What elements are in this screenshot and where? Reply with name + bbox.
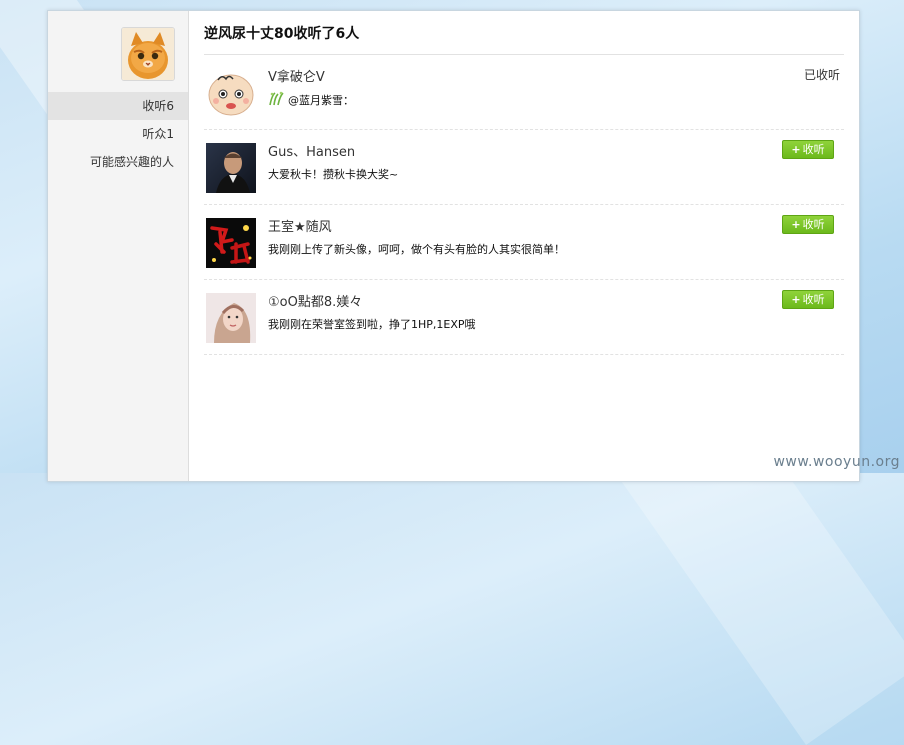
sidebar-nav: 收听6 听众1 可能感兴趣的人	[48, 92, 188, 176]
avatar[interactable]	[206, 143, 256, 193]
list-item: 王室★随风 我刚刚上传了新头像，呵呵，做个有头有脸的人其实很简单！ + 收听	[204, 205, 844, 280]
following-panel: 收听6 听众1 可能感兴趣的人 逆风尿十丈80收听了6人 V拿破仑V @蓝月紫雪…	[47, 10, 860, 482]
sidebar-item-following[interactable]: 收听6	[48, 92, 188, 120]
user-name-link[interactable]: ①oO點都8.媄々	[268, 291, 362, 310]
followed-label[interactable]: 已收听	[804, 66, 840, 83]
list-item: ①oO點都8.媄々 我刚刚在荣誉室签到啦，挣了1HP,1EXP哦 + 收听	[204, 280, 844, 355]
user-status-text: @蓝月紫雪：	[288, 94, 354, 107]
page-title: 逆风尿十丈80收听了6人	[204, 11, 844, 55]
user-name-link[interactable]: V拿破仑V	[268, 66, 325, 85]
avatar[interactable]	[206, 293, 256, 343]
plus-icon: +	[791, 143, 801, 156]
follow-button[interactable]: + 收听	[782, 215, 834, 234]
sidebar-item-suggested[interactable]: 可能感兴趣的人	[48, 148, 188, 176]
watermark: www.wooyun.org	[773, 454, 900, 470]
user-status: 大爱秋卡！攒秋卡换大奖~	[268, 168, 399, 181]
follow-button-label: 收听	[802, 293, 825, 306]
plus-icon: +	[791, 293, 801, 306]
avatar[interactable]	[206, 68, 256, 118]
follow-button[interactable]: + 收听	[782, 140, 834, 159]
avatar[interactable]	[206, 218, 256, 268]
plus-icon: +	[791, 218, 801, 231]
user-avatar[interactable]	[121, 27, 175, 81]
user-status: 我刚刚上传了新头像，呵呵，做个有头有脸的人其实很简单！	[268, 243, 565, 256]
follow-button[interactable]: + 收听	[782, 290, 834, 309]
follow-button-label: 收听	[802, 218, 825, 231]
user-name-link[interactable]: Gus、Hansen	[268, 141, 355, 160]
main-content: 逆风尿十丈80收听了6人 V拿破仑V @蓝月紫雪： 已收听 Gus、Hansen…	[204, 11, 844, 355]
sidebar-item-followers[interactable]: 听众1	[48, 120, 188, 148]
user-status: 我刚刚在荣誉室签到啦，挣了1HP,1EXP哦	[268, 318, 476, 331]
user-status: @蓝月紫雪：	[268, 91, 354, 108]
list-item: V拿破仑V @蓝月紫雪： 已收听	[204, 55, 844, 130]
sidebar: 收听6 听众1 可能感兴趣的人	[48, 11, 189, 481]
user-name-link[interactable]: 王室★随风	[268, 216, 332, 235]
sticker-icon	[269, 91, 284, 106]
follow-button-label: 收听	[802, 143, 825, 156]
list-item: Gus、Hansen 大爱秋卡！攒秋卡换大奖~ + 收听	[204, 130, 844, 205]
